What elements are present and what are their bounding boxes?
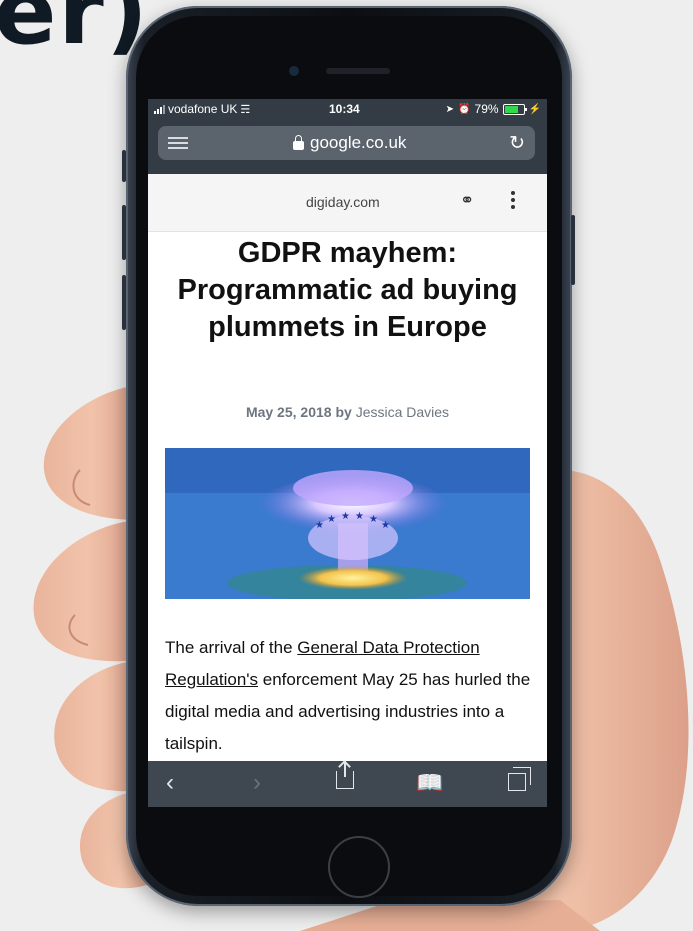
share-icon[interactable] — [336, 761, 354, 789]
address-bar[interactable]: google.co.uk ↻ — [158, 126, 535, 160]
mushroom-cloud-illustration: ★ ★ ★ ★ ★ ★ — [165, 448, 530, 599]
back-icon[interactable]: ‹ — [166, 769, 174, 797]
article-date: May 25, 2018 — [245, 404, 332, 420]
body-intro: The arrival of the — [165, 638, 298, 657]
article-body: The arrival of the General Data Protecti… — [165, 632, 535, 760]
wifi-icon: ☴ — [240, 103, 251, 116]
byline-by: by — [335, 404, 352, 420]
amp-source-domain[interactable]: digiday.com — [306, 194, 380, 210]
tabs-icon[interactable] — [508, 767, 531, 791]
article-headline: GDPR mayhem: Programmatic ad buying plum… — [177, 237, 518, 343]
battery-icon — [502, 103, 527, 115]
phone-screen: vodafone UK ☴ 10:34 ➤ ⏰ 79% ⚡ google.co.… — [148, 99, 547, 807]
safari-toolbar: ‹ › 📖 — [148, 761, 547, 807]
earpiece-speaker — [326, 68, 390, 74]
svg-text:★: ★ — [327, 514, 336, 525]
volume-down-button[interactable] — [122, 275, 126, 330]
svg-text:★: ★ — [369, 514, 378, 525]
home-button[interactable] — [328, 836, 390, 898]
url-text: google.co.uk — [310, 133, 407, 152]
alarm-icon: ⏰ — [458, 103, 471, 115]
hero-image: ★ ★ ★ ★ ★ ★ — [165, 448, 530, 599]
forward-icon[interactable]: › — [253, 769, 261, 797]
silent-switch[interactable] — [122, 150, 126, 182]
svg-text:★: ★ — [341, 511, 350, 522]
reader-view-icon[interactable] — [168, 137, 188, 152]
amp-header: digiday.com ⚭ — [148, 174, 547, 232]
signal-icon — [154, 104, 165, 114]
svg-text:★: ★ — [381, 520, 390, 531]
power-button[interactable] — [571, 215, 575, 285]
status-right: ➤ ⏰ 79% ⚡ — [446, 102, 541, 116]
link-icon[interactable]: ⚭ — [460, 191, 474, 211]
front-camera — [289, 66, 299, 76]
status-bar: vodafone UK ☴ 10:34 ➤ ⏰ 79% ⚡ — [148, 99, 547, 119]
reload-icon[interactable]: ↻ — [509, 132, 525, 155]
article-byline: May 25, 2018 by Jessica Davies — [148, 404, 547, 420]
carrier-name: vodafone UK — [168, 102, 238, 116]
browser-address-area: google.co.uk ↻ — [148, 119, 547, 174]
article-author[interactable]: Jessica Davies — [356, 404, 449, 420]
battery-percent: 79% — [474, 102, 499, 116]
lock-icon — [293, 134, 304, 150]
bookmarks-icon[interactable]: 📖 — [416, 770, 443, 796]
svg-text:★: ★ — [315, 520, 324, 531]
more-options-icon[interactable] — [511, 191, 515, 212]
address-field[interactable]: google.co.uk — [293, 133, 406, 153]
volume-up-button[interactable] — [122, 205, 126, 260]
carrier-info: vodafone UK ☴ — [154, 102, 250, 116]
charging-icon: ⚡ — [528, 103, 541, 115]
location-icon: ➤ — [445, 103, 455, 115]
clock: 10:34 — [329, 102, 360, 116]
svg-text:★: ★ — [355, 511, 364, 522]
